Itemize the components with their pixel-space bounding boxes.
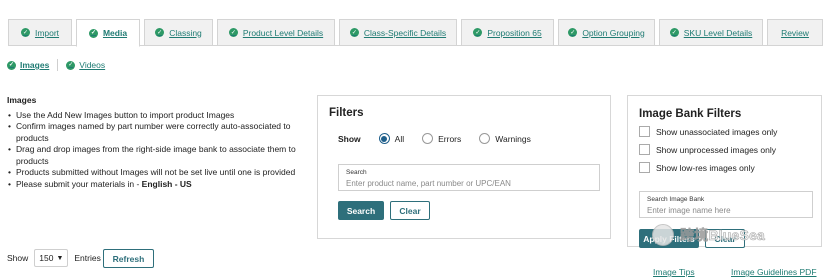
- checkbox-unassociated[interactable]: Show unassociated images only: [639, 126, 777, 137]
- list-item: Confirm images named by part number were…: [7, 121, 307, 144]
- check-circle-icon: ✓: [349, 28, 359, 37]
- list-item: Use the Add New Images button to import …: [7, 110, 307, 122]
- filters-title: Filters: [329, 107, 364, 119]
- instructions-title: Images: [7, 95, 37, 105]
- list-item: Please submit your materials in - Englis…: [7, 179, 307, 191]
- divider: [57, 59, 59, 71]
- search-label: Search: [346, 169, 367, 176]
- clear-button[interactable]: Clear: [390, 201, 430, 220]
- check-circle-icon: ✓: [669, 28, 679, 37]
- tab-media[interactable]: ✓ Media: [76, 19, 140, 47]
- image-bank-clear-button[interactable]: Clear: [705, 229, 745, 248]
- checkbox-label: Show unprocessed images only: [656, 144, 777, 155]
- image-bank-search-input[interactable]: [647, 206, 805, 215]
- tab-label: Option Grouping: [582, 27, 645, 38]
- media-subtabs: ✓ Images ✓ Videos: [7, 59, 105, 71]
- tab-review[interactable]: Review: [767, 19, 823, 46]
- radio-icon: [479, 133, 491, 144]
- step-tabs: ✓ Import ✓ Media ✓ Classing ✓ Product Le…: [8, 19, 823, 47]
- tab-label: Classing: [169, 27, 202, 38]
- radio-label: Warnings: [495, 133, 531, 144]
- tab-proposition-65[interactable]: ✓ Proposition 65: [461, 19, 554, 46]
- radio-label: All: [394, 133, 405, 144]
- checkbox-unprocessed[interactable]: Show unprocessed images only: [639, 144, 776, 155]
- tab-label: Media: [102, 28, 128, 38]
- tab-label: Import: [34, 27, 60, 38]
- tab-product-level-details[interactable]: ✓ Product Level Details: [217, 19, 335, 46]
- tab-sku-level-details[interactable]: ✓ SKU Level Details: [659, 19, 763, 46]
- image-bank-search-field[interactable]: Search Image Bank: [639, 191, 813, 218]
- radio-warnings[interactable]: Warnings: [479, 133, 531, 144]
- tab-label: Class-Specific Details: [363, 27, 447, 38]
- checkbox-label: Show low-res images only: [656, 162, 755, 173]
- check-circle-icon: ✓: [20, 28, 30, 37]
- radio-errors[interactable]: Errors: [422, 133, 461, 144]
- show-label: Show: [7, 253, 29, 263]
- check-circle-icon: ✓: [568, 28, 578, 37]
- radio-icon: [422, 133, 434, 144]
- subtab-label: Videos: [79, 60, 106, 70]
- check-circle-icon: ✓: [155, 28, 165, 37]
- apply-filters-button[interactable]: Apply Filters: [639, 229, 699, 248]
- entries-value: 150: [39, 253, 54, 263]
- entries-control: Show 150 ▼ Entries: [7, 249, 101, 267]
- check-circle-icon: ✓: [7, 60, 16, 70]
- check-circle-icon: ✓: [473, 28, 483, 37]
- filters-panel: Filters Show All Errors Warnings Search …: [317, 95, 611, 239]
- tab-label: Review: [781, 27, 809, 38]
- language-prefix: Please submit your materials in -: [16, 178, 142, 189]
- radio-label: Errors: [438, 133, 462, 144]
- subtab-label: Images: [20, 60, 50, 70]
- entries-label: Entries: [74, 253, 101, 263]
- tab-classing[interactable]: ✓ Classing: [144, 19, 213, 46]
- search-label: Search Image Bank: [647, 196, 705, 203]
- language-value: English - US: [141, 178, 192, 189]
- image-guidelines-link[interactable]: Image Guidelines PDF: [731, 267, 817, 277]
- tab-label: SKU Level Details: [683, 27, 753, 38]
- image-bank-filters-panel: Image Bank Filters Show unassociated ima…: [627, 95, 822, 248]
- refresh-button[interactable]: Refresh: [103, 249, 154, 268]
- chevron-down-icon: ▼: [56, 254, 64, 262]
- tab-class-specific-details[interactable]: ✓ Class-Specific Details: [339, 19, 457, 46]
- checkbox-low-res[interactable]: Show low-res images only: [639, 162, 755, 173]
- show-label: Show: [338, 133, 361, 144]
- check-circle-icon: ✓: [88, 28, 98, 38]
- list-item: Drag and drop images from the right-side…: [7, 144, 307, 167]
- tab-option-grouping[interactable]: ✓ Option Grouping: [558, 19, 655, 46]
- list-item: Products submitted without Images will n…: [7, 167, 307, 179]
- checkbox-icon: [639, 126, 650, 137]
- product-search-input[interactable]: [346, 179, 592, 188]
- checkbox-label: Show unassociated images only: [656, 126, 778, 137]
- check-circle-icon: ✓: [66, 60, 76, 70]
- image-bank-title: Image Bank Filters: [639, 108, 742, 120]
- subtab-videos[interactable]: ✓ Videos: [66, 60, 105, 70]
- tab-label: Proposition 65: [487, 27, 542, 38]
- search-button[interactable]: Search: [338, 201, 384, 220]
- image-instructions: Images Use the Add New Images button to …: [7, 95, 307, 190]
- entries-select[interactable]: 150 ▼: [34, 249, 69, 267]
- checkbox-icon: [639, 162, 650, 173]
- radio-selected-icon: [378, 133, 390, 144]
- product-search-field[interactable]: Search: [338, 164, 600, 191]
- subtab-images[interactable]: ✓ Images: [7, 60, 49, 70]
- status-filter: Show All Errors Warnings: [338, 133, 541, 144]
- check-circle-icon: ✓: [228, 28, 238, 37]
- image-tips-link[interactable]: Image Tips: [653, 267, 695, 277]
- checkbox-icon: [639, 144, 650, 155]
- tab-label: Product Level Details: [242, 27, 324, 38]
- radio-all[interactable]: All: [378, 133, 405, 144]
- instructions-list: Use the Add New Images button to import …: [7, 110, 307, 191]
- tab-import[interactable]: ✓ Import: [8, 19, 72, 46]
